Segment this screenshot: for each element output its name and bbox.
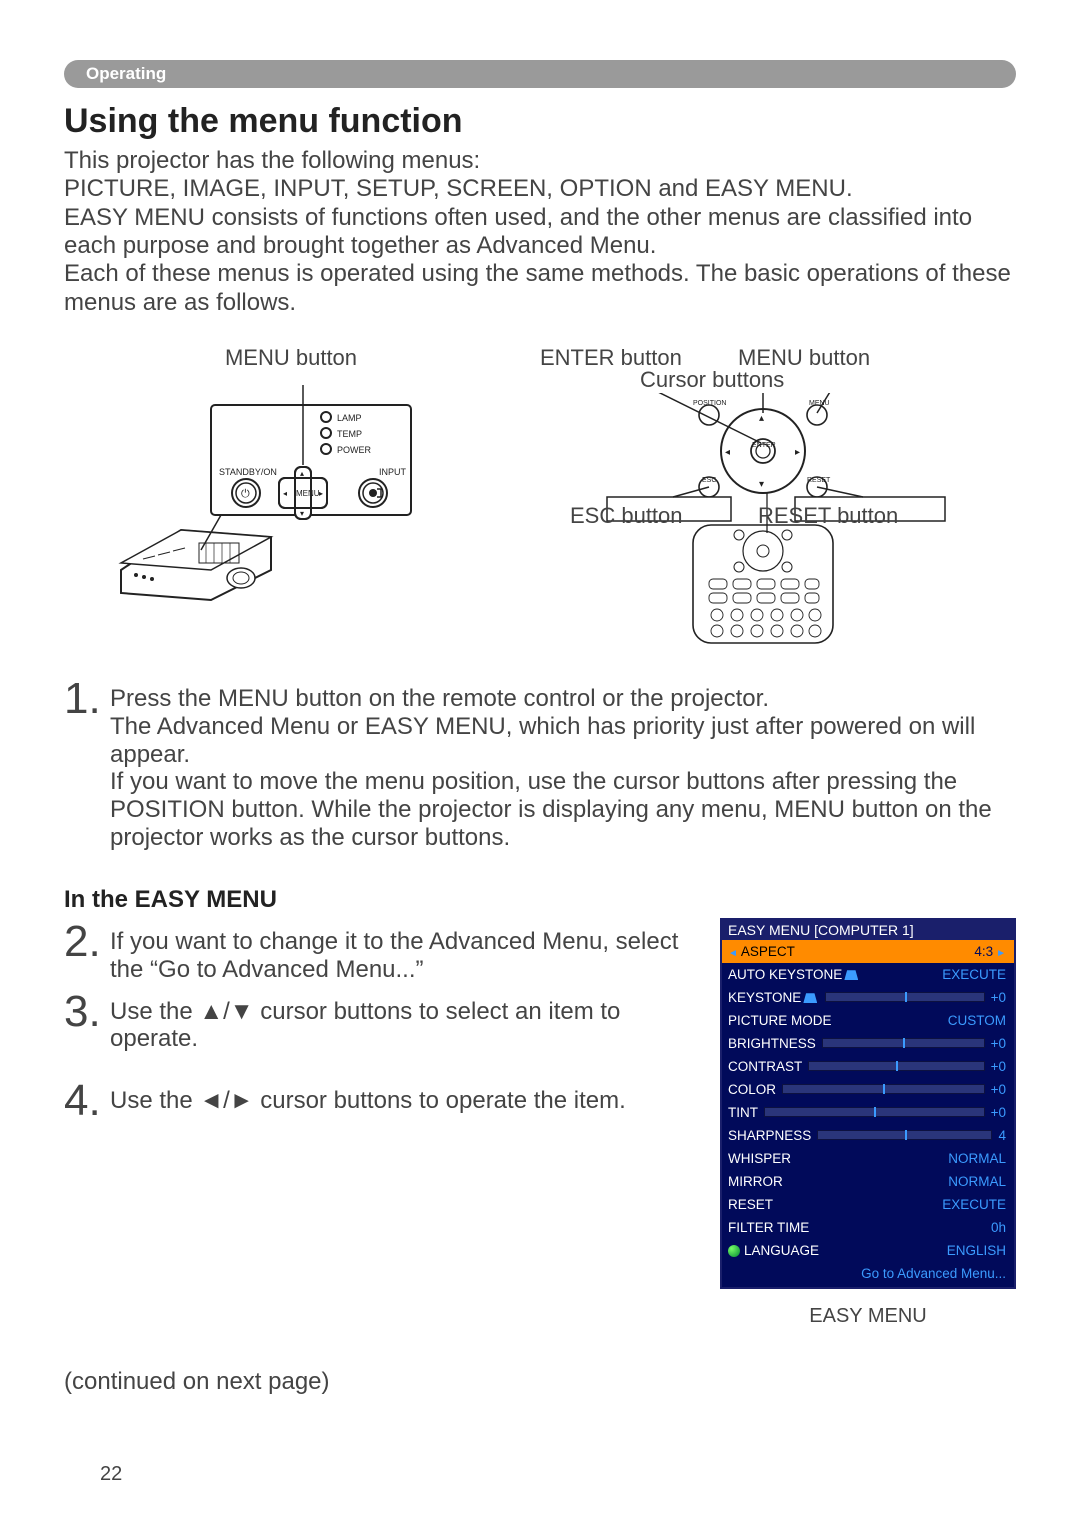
easy-menu-row: COLOR+0 [722, 1078, 1014, 1101]
svg-text:ESC: ESC [702, 477, 716, 484]
easy-menu-title: EASY MENU [COMPUTER 1] [722, 920, 1014, 940]
easy-menu-caption: EASY MENU [720, 1305, 1016, 1328]
page-title: Using the menu function [64, 102, 1016, 141]
diagram-row: MENU button LAMP TEMP POWER STANDBY/ON ⏻ [64, 345, 1016, 653]
svg-text:INPUT: INPUT [379, 467, 407, 477]
svg-text:▴: ▴ [759, 413, 764, 424]
svg-text:POSITION: POSITION [693, 400, 726, 407]
easy-menu-row: AUTO KEYSTONEEXECUTE [722, 963, 1014, 986]
svg-text:▴: ▴ [300, 469, 304, 478]
easy-menu-row: BRIGHTNESS+0 [722, 1032, 1014, 1055]
step-1-text: Press the MENU button on the remote cont… [110, 679, 1016, 852]
easy-menu-row: TINT+0 [722, 1101, 1014, 1124]
page-number: 22 [100, 1463, 122, 1486]
easy-menu-footer: Go to Advanced Menu... [722, 1262, 1014, 1285]
remote-diagram: ENTER button MENU button Cursor buttons … [510, 345, 1016, 653]
easy-menu-row: ASPECT4:3 [722, 940, 1014, 963]
step-4-number: 4. [64, 1081, 110, 1121]
easy-menu-figure: EASY MENU [COMPUTER 1] ASPECT4:3AUTO KEY… [720, 918, 1016, 1328]
svg-text:⏻: ⏻ [241, 488, 250, 500]
easy-menu-row: RESETEXECUTE [722, 1193, 1014, 1216]
svg-text:◂: ◂ [725, 447, 730, 458]
step-1: 1. Press the MENU button on the remote c… [64, 679, 1016, 852]
easy-menu-rows: ASPECT4:3AUTO KEYSTONEEXECUTEKEYSTONE+0P… [722, 940, 1014, 1287]
easy-menu-panel: EASY MENU [COMPUTER 1] ASPECT4:3AUTO KEY… [720, 918, 1016, 1289]
section-label: Operating [86, 64, 166, 84]
remote-cursor-label: Cursor buttons [640, 367, 784, 393]
step-2: 2. If you want to change it to the Advan… [64, 922, 692, 984]
projector-menu-label: MENU button [104, 345, 478, 371]
step-4-text: Use the ◄/► cursor buttons to operate th… [110, 1081, 626, 1115]
step-1-number: 1. [64, 679, 110, 719]
svg-text:▸: ▸ [795, 447, 800, 458]
svg-text:MENU: MENU [809, 400, 830, 407]
easy-menu-row: PICTURE MODECUSTOM [722, 1009, 1014, 1032]
step-3-text: Use the ▲/▼ cursor buttons to select an … [110, 992, 692, 1054]
svg-text:▾: ▾ [759, 479, 764, 490]
svg-text:STANDBY/ON: STANDBY/ON [219, 467, 277, 477]
svg-text:◂: ◂ [283, 489, 287, 498]
remote-esc-label: ESC button [570, 503, 683, 529]
svg-text:RESET: RESET [807, 477, 831, 484]
svg-text:POWER: POWER [337, 445, 372, 455]
continued-note: (continued on next page) [64, 1368, 1016, 1396]
step-2-text: If you want to change it to the Advanced… [110, 922, 692, 984]
section-header: Operating [64, 60, 1016, 88]
step-2-number: 2. [64, 922, 110, 962]
easy-menu-row: MIRRORNORMAL [722, 1170, 1014, 1193]
svg-text:ENTER: ENTER [752, 442, 776, 449]
easy-menu-row: SHARPNESS4 [722, 1124, 1014, 1147]
easy-menu-heading: In the EASY MENU [64, 886, 1016, 914]
easy-menu-row: WHISPERNORMAL [722, 1147, 1014, 1170]
svg-text:TEMP: TEMP [337, 429, 362, 439]
step-4: 4. Use the ◄/► cursor buttons to operate… [64, 1081, 692, 1121]
projector-illustration: LAMP TEMP POWER STANDBY/ON ⏻ MENU ▴ ▾ ◂ [91, 375, 451, 605]
svg-text:▾: ▾ [300, 509, 304, 518]
svg-text:LAMP: LAMP [337, 413, 362, 423]
easy-menu-row: FILTER TIME0h [722, 1216, 1014, 1239]
step-3-number: 3. [64, 992, 110, 1032]
remote-reset-label: RESET button [758, 503, 898, 529]
easy-menu-row: CONTRAST+0 [722, 1055, 1014, 1078]
step-3: 3. Use the ▲/▼ cursor buttons to select … [64, 992, 692, 1054]
easy-menu-row: LANGUAGEENGLISH [722, 1239, 1014, 1262]
svg-text:MENU: MENU [296, 489, 320, 498]
intro-text: This projector has the following menus: … [64, 147, 1016, 317]
projector-diagram: MENU button LAMP TEMP POWER STANDBY/ON ⏻ [64, 345, 478, 653]
easy-menu-row: KEYSTONE+0 [722, 986, 1014, 1009]
svg-text:▸: ▸ [319, 489, 323, 498]
